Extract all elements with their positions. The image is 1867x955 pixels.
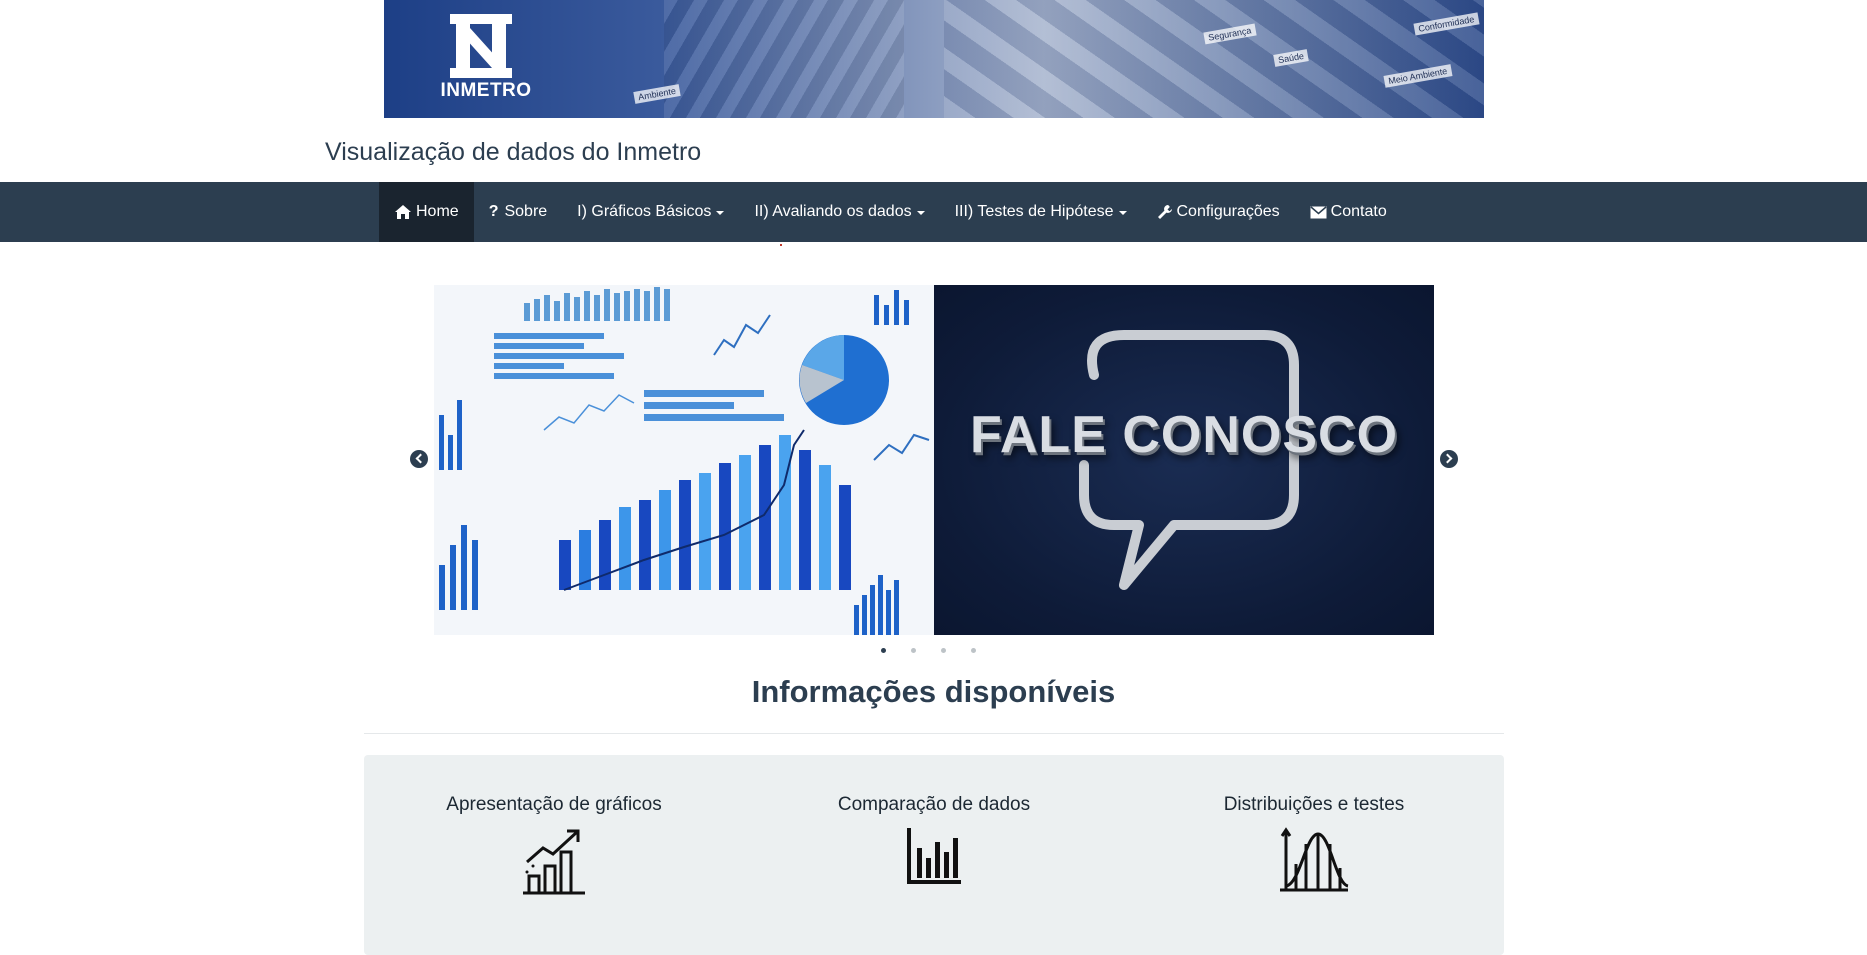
caret-down-icon [916, 211, 925, 215]
nav-item-label: Contato [1330, 203, 1387, 220]
bar-chart-icon [907, 828, 961, 884]
nav-menu: Home ? Sobre I) Gráficos Básicos II) Ava… [379, 182, 1402, 242]
nav-item-label: Configurações [1176, 203, 1280, 220]
nav-item-label: III) Testes de Hipótese [954, 203, 1114, 220]
nav-item-label: Sobre [504, 203, 548, 220]
feature-distribuicoes-testes[interactable]: Distribuições e testes [1124, 794, 1504, 894]
question-icon: ? [488, 203, 499, 220]
caret-down-icon [1118, 211, 1127, 215]
nav-item-testes-hipotese[interactable]: III) Testes de Hipótese [940, 182, 1142, 242]
carousel: FALE CONOSCO [434, 285, 1434, 635]
nav-item-configuracoes[interactable]: Configurações [1142, 182, 1295, 242]
carousel-slide-charts[interactable] [434, 285, 934, 635]
wrench-icon [1157, 205, 1172, 219]
nav-item-graficos-basicos[interactable]: I) Gráficos Básicos [562, 182, 739, 242]
nav-item-label: II) Avaliando os dados [754, 203, 912, 220]
charts-photo [434, 285, 934, 635]
nav-item-contato[interactable]: Contato [1295, 182, 1402, 242]
carousel-indicator[interactable] [881, 648, 886, 653]
inmetro-logo-icon [450, 14, 512, 78]
distribution-curve-icon [1280, 827, 1349, 892]
inmetro-logo: INMETRO [436, 12, 531, 102]
features-panel: Apresentação de gráficos Comparação de d… [364, 755, 1504, 955]
growth-chart-icon [523, 829, 585, 895]
nav-item-home[interactable]: Home [379, 182, 474, 242]
carousel-indicator[interactable] [911, 648, 916, 653]
feature-apresentacao-graficos[interactable]: Apresentação de gráficos [364, 794, 744, 896]
feature-title: Comparação de dados [837, 794, 1031, 815]
banner-photo-collage [944, 0, 1484, 118]
caret-down-icon [716, 211, 725, 215]
logo-text: INMETRO [440, 80, 532, 101]
divider [364, 733, 1504, 734]
section-title: Informações disponíveis [751, 674, 1116, 709]
carousel-indicator[interactable] [971, 648, 976, 653]
home-icon [395, 205, 411, 219]
carousel-indicator[interactable] [941, 648, 946, 653]
fale-conosco-text: FALE CONOSCO [969, 406, 1399, 464]
nav-item-label: Home [416, 203, 459, 220]
red-dot [780, 244, 782, 246]
carousel-next-button[interactable] [1440, 450, 1458, 468]
carousel-prev-button[interactable] [410, 450, 428, 468]
feature-comparacao-dados[interactable]: Comparação de dados [744, 794, 1124, 886]
nav-item-label: I) Gráficos Básicos [577, 203, 712, 220]
banner-photo-lab [664, 0, 904, 118]
nav-item-sobre[interactable]: ? Sobre [474, 182, 562, 242]
site-title: Visualização de dados do Inmetro [325, 138, 702, 166]
header-banner: Segurança Conformidade Meio Ambiente Amb… [384, 0, 1484, 118]
navbar: Home ? Sobre I) Gráficos Básicos II) Ava… [0, 182, 1867, 242]
nav-item-avaliando-dados[interactable]: II) Avaliando os dados [739, 182, 939, 242]
envelope-icon [1310, 205, 1327, 218]
feature-title: Distribuições e testes [1223, 794, 1405, 815]
carousel-slide-fale-conosco[interactable]: FALE CONOSCO [934, 285, 1434, 635]
carousel-indicators [881, 648, 976, 653]
feature-title: Apresentação de gráficos [446, 794, 662, 815]
